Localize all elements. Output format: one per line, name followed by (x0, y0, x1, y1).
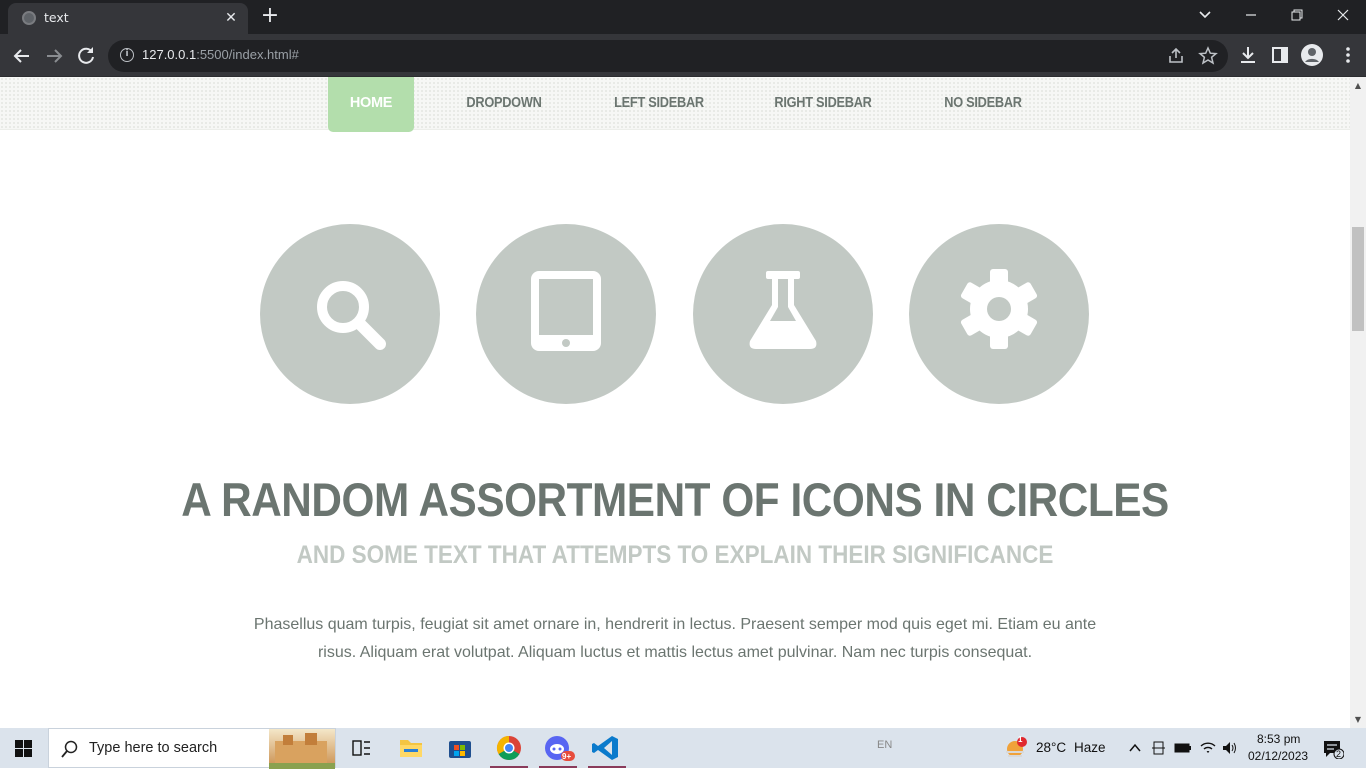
close-icon (1337, 9, 1349, 21)
flask-circle (693, 224, 873, 404)
reload-icon[interactable] (74, 44, 98, 68)
search-icon (317, 281, 386, 350)
chevron-down-icon (1199, 11, 1211, 19)
discord-taskbar-button[interactable]: 9+ (535, 728, 581, 768)
scroll-up-arrow-icon[interactable]: ▲ (1350, 79, 1366, 93)
search-icon (61, 740, 78, 758)
search-placeholder: Type here to search (89, 740, 218, 756)
tablet-circle (476, 224, 656, 404)
url-text: 127.0.0.1:5500/index.html# (142, 47, 299, 62)
address-bar[interactable]: i 127.0.0.1:5500/index.html# (108, 40, 1228, 72)
minimize-button[interactable] (1228, 0, 1274, 30)
menu-kebab-icon[interactable] (1340, 45, 1356, 65)
page-subheadline: AND SOME TEXT THAT ATTEMPTS TO EXPLAIN T… (296, 541, 1054, 569)
windows-start-icon[interactable] (0, 728, 48, 768)
close-window-button[interactable] (1320, 0, 1366, 30)
bookmark-star-icon[interactable] (1198, 46, 1218, 66)
browser-toolbar: i 127.0.0.1:5500/index.html# (0, 34, 1366, 77)
tab-search-button[interactable] (1182, 0, 1228, 30)
weather-haze-icon[interactable] (1004, 736, 1028, 760)
battery-icon[interactable] (1174, 741, 1192, 755)
restore-icon (1291, 9, 1303, 21)
forward-arrow-icon[interactable] (42, 44, 66, 68)
page-body-text: Phasellus quam turpis, feugiat sit amet … (253, 616, 1097, 661)
page-scrollbar[interactable]: ▲ ▼ (1350, 77, 1366, 728)
download-icon[interactable] (1238, 45, 1258, 65)
site-navigation: HOME DROPDOWN LEFT SIDEBAR RIGHT SIDEBAR… (0, 77, 1350, 132)
nav-dropdown[interactable]: DROPDOWN (458, 77, 550, 132)
weather-temperature[interactable]: 28°C (1036, 740, 1066, 755)
store-button[interactable] (437, 728, 483, 768)
close-tab-icon[interactable]: ✕ (222, 9, 240, 27)
nav-no-sidebar[interactable]: NO SIDEBAR (935, 77, 1032, 132)
search-highlight-image (269, 729, 335, 769)
side-panel-icon[interactable] (1270, 45, 1290, 65)
windows-taskbar: Type here to search 9+ EN 1 28°C Haze 8:… (0, 728, 1366, 769)
taskbar-search[interactable]: Type here to search (48, 728, 336, 769)
page-headline: A RANDOM ASSORTMENT OF ICONS IN CIRCLES (181, 473, 1169, 526)
task-view-button[interactable] (338, 728, 384, 768)
clock-time[interactable]: 8:53 pm (1257, 732, 1300, 746)
share-icon[interactable] (1166, 46, 1186, 66)
discord-icon (545, 736, 575, 761)
chrome-taskbar-button[interactable] (486, 728, 532, 768)
minimize-icon (1246, 14, 1256, 16)
tablet-icon (531, 271, 601, 351)
clock-date[interactable]: 02/12/2023 (1248, 749, 1308, 763)
nav-right-sidebar[interactable]: RIGHT SIDEBAR (766, 77, 880, 132)
nav-left-sidebar[interactable]: LEFT SIDEBAR (607, 77, 711, 132)
chrome-icon (496, 736, 521, 761)
scroll-thumb[interactable] (1352, 227, 1364, 331)
vscode-icon (592, 736, 618, 760)
folder-icon (400, 740, 422, 757)
weather-badge: 1 (1018, 735, 1023, 744)
file-explorer-button[interactable] (388, 728, 434, 768)
browser-titlebar: text ✕ + (0, 0, 1366, 34)
profile-avatar-icon[interactable] (1300, 43, 1324, 67)
restore-button[interactable] (1274, 0, 1320, 30)
tab-title: text (44, 10, 69, 25)
gear-icon (960, 269, 1038, 349)
site-info-icon[interactable]: i (120, 48, 134, 62)
task-view-icon (352, 740, 370, 756)
back-arrow-icon[interactable] (10, 44, 34, 68)
browser-tab[interactable]: text ✕ (8, 3, 248, 34)
discord-badge: 9+ (562, 752, 572, 761)
meet-now-icon[interactable] (1151, 740, 1167, 756)
page-viewport: HOME DROPDOWN LEFT SIDEBAR RIGHT SIDEBAR… (0, 77, 1350, 728)
notification-count: 2 (1336, 749, 1342, 759)
weather-description[interactable]: Haze (1074, 740, 1106, 755)
globe-icon (22, 11, 36, 25)
store-icon (449, 741, 471, 758)
volume-icon[interactable] (1221, 740, 1239, 756)
scroll-down-arrow-icon[interactable]: ▼ (1350, 713, 1366, 727)
search-circle (260, 224, 440, 404)
flask-icon (749, 271, 817, 349)
new-tab-button[interactable]: + (258, 5, 282, 29)
language-indicator[interactable]: EN (877, 739, 892, 751)
wifi-icon[interactable] (1199, 740, 1217, 756)
chevron-up-icon[interactable] (1128, 741, 1142, 755)
gear-circle (909, 224, 1089, 404)
vscode-taskbar-button[interactable] (584, 728, 630, 768)
nav-home[interactable]: HOME (328, 77, 414, 132)
